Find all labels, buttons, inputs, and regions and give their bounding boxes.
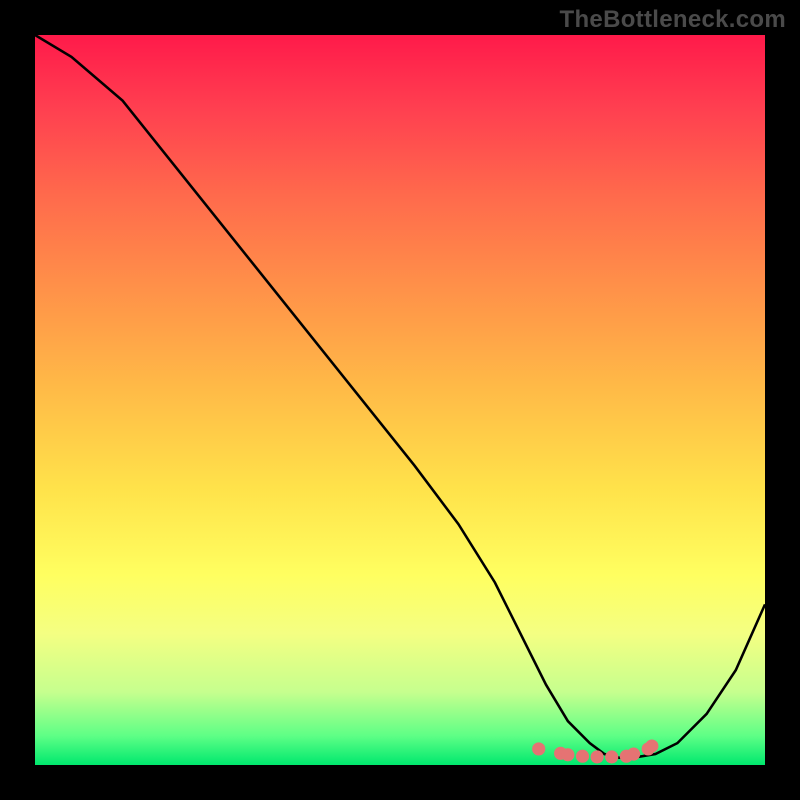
chart-frame: TheBottleneck.com <box>0 0 800 800</box>
valley-markers-group <box>532 739 658 763</box>
valley-marker <box>645 739 658 752</box>
valley-marker <box>532 742 545 755</box>
bottleneck-curve-path <box>35 35 765 758</box>
valley-marker <box>627 747 640 760</box>
valley-marker <box>605 750 618 763</box>
valley-marker <box>591 750 604 763</box>
valley-marker <box>561 748 574 761</box>
watermark-text: TheBottleneck.com <box>560 6 786 34</box>
chart-svg <box>35 35 765 765</box>
valley-marker <box>576 750 589 763</box>
